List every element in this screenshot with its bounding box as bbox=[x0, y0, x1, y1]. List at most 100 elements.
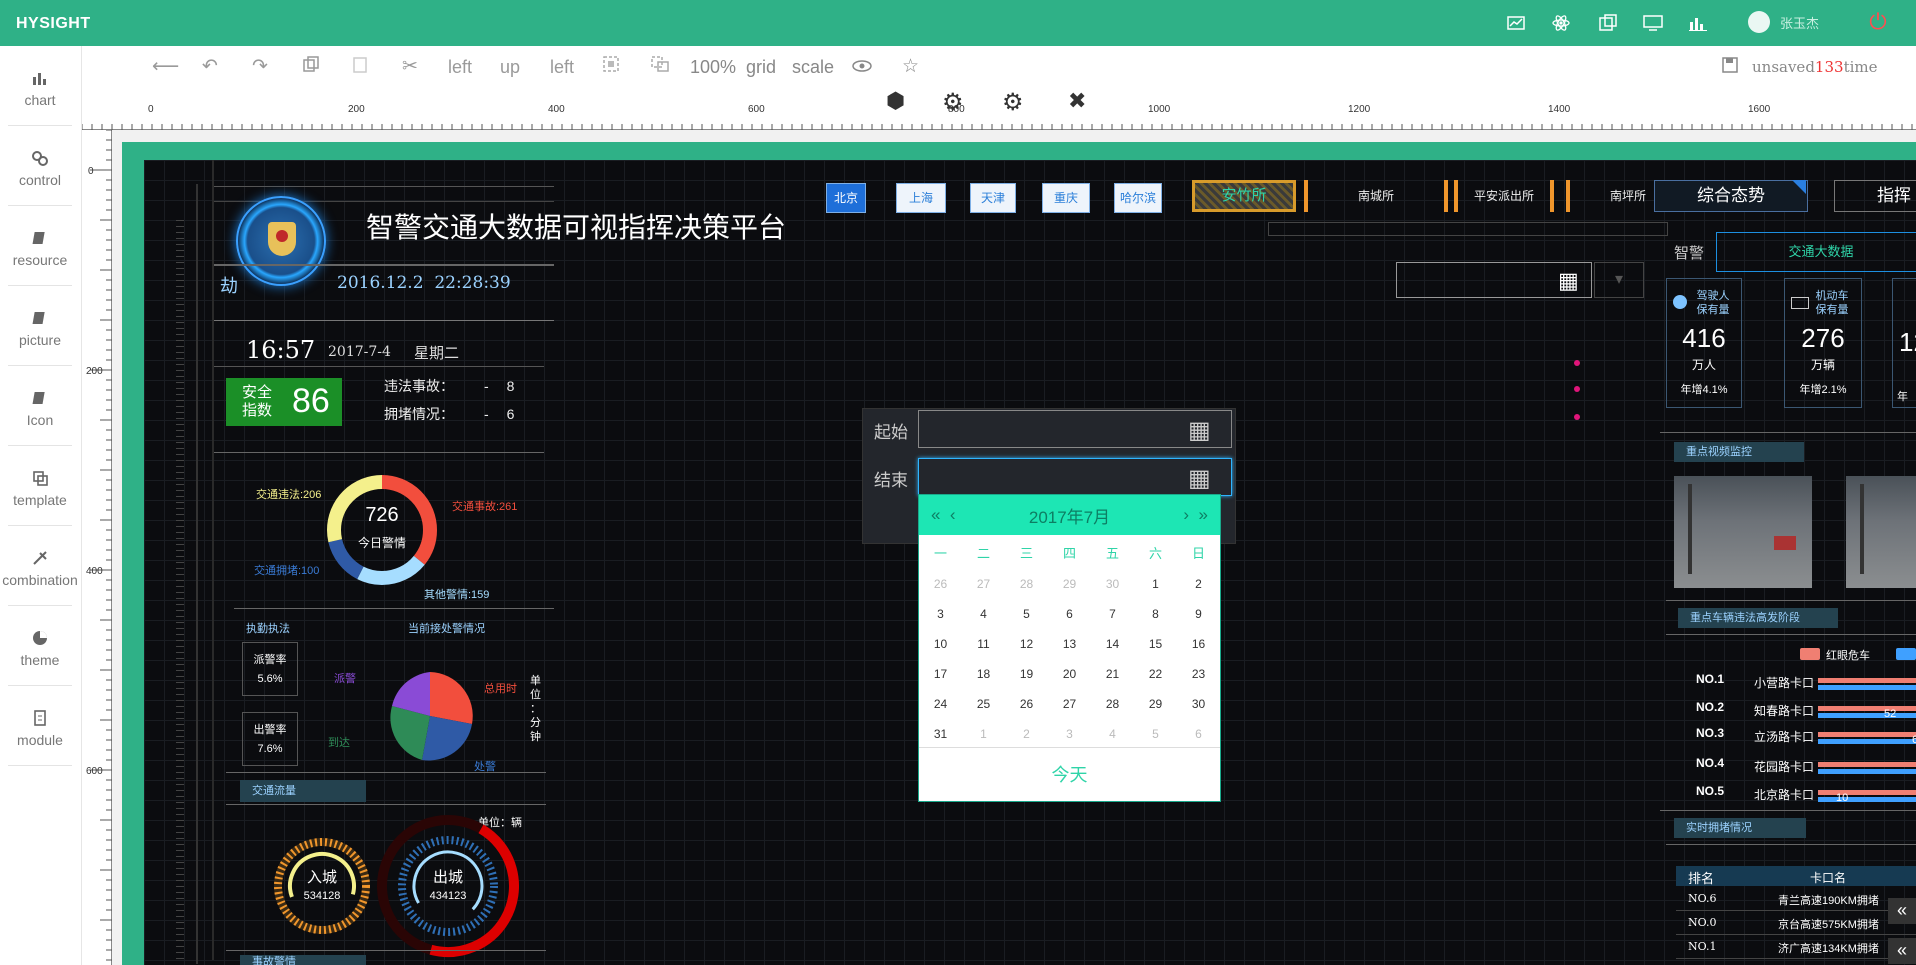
day-cell[interactable]: 1 bbox=[1134, 569, 1177, 599]
tab-command[interactable]: 指挥 bbox=[1834, 180, 1916, 212]
next-year-button[interactable]: » bbox=[1199, 505, 1208, 524]
redo-icon[interactable]: ↷ bbox=[252, 55, 268, 79]
tab-overview[interactable]: 综合态势 bbox=[1654, 180, 1808, 212]
day-cell[interactable]: 15 bbox=[1134, 629, 1177, 659]
day-cell[interactable]: 4 bbox=[962, 599, 1005, 629]
day-cell[interactable]: 11 bbox=[962, 629, 1005, 659]
day-cell[interactable]: 14 bbox=[1091, 629, 1134, 659]
next-month-button[interactable]: › bbox=[1183, 505, 1189, 524]
day-cell[interactable]: 18 bbox=[962, 659, 1005, 689]
today-button[interactable]: 今天 bbox=[919, 747, 1220, 801]
undo-icon[interactable]: ↶ bbox=[202, 55, 218, 79]
traffic-big-data-tab[interactable]: 交通大数据 bbox=[1716, 232, 1916, 272]
copy-icon[interactable] bbox=[302, 55, 320, 79]
day-cell[interactable]: 5 bbox=[1005, 599, 1048, 629]
sidebar-item-picture[interactable]: picture bbox=[0, 286, 80, 366]
calendar-icon[interactable]: ▦ bbox=[1558, 268, 1579, 294]
share-window-icon[interactable] bbox=[1597, 13, 1619, 33]
day-cell[interactable]: 27 bbox=[1048, 689, 1091, 719]
sidebar-item-resource[interactable]: resource bbox=[0, 206, 80, 286]
sidebar-item-template[interactable]: template bbox=[0, 446, 80, 526]
monitor-chart-icon[interactable] bbox=[1505, 13, 1527, 33]
day-cell[interactable]: 23 bbox=[1177, 659, 1220, 689]
sidebar-item-combination[interactable]: combination bbox=[0, 526, 80, 606]
align-left-2-button[interactable]: left bbox=[550, 55, 574, 79]
day-cell[interactable]: 29 bbox=[1134, 689, 1177, 719]
day-cell[interactable]: 19 bbox=[1005, 659, 1048, 689]
calendar-icon[interactable]: ▦ bbox=[1188, 416, 1211, 445]
sidebar-item-theme[interactable]: theme bbox=[0, 606, 80, 686]
video-thumbnail-1[interactable] bbox=[1674, 476, 1812, 588]
day-cell[interactable]: 10 bbox=[919, 629, 962, 659]
day-cell[interactable]: 26 bbox=[919, 569, 962, 599]
user-menu[interactable]: 张玉杰 bbox=[1748, 11, 1819, 33]
day-cell[interactable]: 22 bbox=[1134, 659, 1177, 689]
collapse-up-icon[interactable]: « bbox=[1888, 898, 1916, 924]
day-cell[interactable]: 25 bbox=[962, 689, 1005, 719]
video-thumbnail-2[interactable] bbox=[1846, 476, 1916, 588]
align-up-button[interactable]: up bbox=[500, 55, 520, 79]
day-cell[interactable]: 28 bbox=[1005, 569, 1048, 599]
day-cell[interactable]: 7 bbox=[1091, 599, 1134, 629]
scale-toggle[interactable]: scale bbox=[792, 55, 834, 79]
scissors-icon[interactable]: ✂ bbox=[402, 55, 418, 79]
day-cell[interactable]: 24 bbox=[919, 689, 962, 719]
calendar-icon[interactable]: ▦ bbox=[1188, 464, 1211, 493]
day-cell[interactable]: 26 bbox=[1005, 689, 1048, 719]
settings-icon[interactable]: ⚙ bbox=[1002, 88, 1024, 117]
day-cell[interactable]: 3 bbox=[1048, 719, 1091, 749]
day-cell[interactable]: 12 bbox=[1005, 629, 1048, 659]
day-cell[interactable]: 30 bbox=[1091, 569, 1134, 599]
day-cell[interactable]: 6 bbox=[1177, 719, 1220, 749]
day-cell[interactable]: 31 bbox=[919, 719, 962, 749]
day-cell[interactable]: 1 bbox=[962, 719, 1005, 749]
station-tab-active[interactable]: 安竹所 bbox=[1192, 180, 1296, 212]
city-button-tianjin[interactable]: 天津 bbox=[970, 183, 1016, 213]
sidebar-item-chart[interactable]: chart bbox=[0, 46, 80, 126]
day-cell[interactable]: 6 bbox=[1048, 599, 1091, 629]
cube-icon[interactable]: ⬢ bbox=[886, 88, 905, 114]
day-cell[interactable]: 9 bbox=[1177, 599, 1220, 629]
day-cell[interactable]: 20 bbox=[1048, 659, 1091, 689]
paste-icon[interactable] bbox=[352, 55, 368, 79]
align-left-button[interactable]: left bbox=[448, 55, 472, 79]
prev-year-button[interactable]: « bbox=[931, 505, 940, 524]
city-button-shanghai[interactable]: 上海 bbox=[896, 183, 946, 213]
day-cell[interactable]: 16 bbox=[1177, 629, 1220, 659]
day-cell[interactable]: 3 bbox=[919, 599, 962, 629]
sidebar-item-control[interactable]: control bbox=[0, 126, 80, 206]
bar-chart-icon[interactable] bbox=[1687, 13, 1709, 33]
group-frame-icon[interactable] bbox=[602, 55, 620, 79]
day-cell[interactable]: 5 bbox=[1134, 719, 1177, 749]
canvas-select[interactable]: ▾ bbox=[1594, 262, 1644, 298]
sidebar-item-module[interactable]: module bbox=[0, 686, 80, 766]
back-arrow-icon[interactable]: ⟵ bbox=[152, 55, 179, 79]
atom-icon[interactable] bbox=[1550, 13, 1572, 33]
city-button-chongqing[interactable]: 重庆 bbox=[1042, 183, 1090, 213]
end-date-input[interactable] bbox=[918, 458, 1232, 496]
prev-month-button[interactable]: ‹ bbox=[950, 505, 956, 524]
day-cell[interactable]: 17 bbox=[919, 659, 962, 689]
day-cell[interactable]: 21 bbox=[1091, 659, 1134, 689]
grid-toggle[interactable]: grid bbox=[746, 55, 776, 79]
close-icon[interactable]: ✖ bbox=[1068, 88, 1086, 114]
day-cell[interactable]: 8 bbox=[1134, 599, 1177, 629]
power-icon[interactable]: ⏻ bbox=[1866, 10, 1890, 34]
eye-icon[interactable] bbox=[852, 55, 872, 79]
day-cell[interactable]: 2 bbox=[1005, 719, 1048, 749]
sidebar-item-icon[interactable]: Icon bbox=[0, 366, 80, 446]
zoom-level[interactable]: 100% bbox=[690, 55, 736, 79]
day-cell[interactable]: 13 bbox=[1048, 629, 1091, 659]
day-cell[interactable]: 4 bbox=[1091, 719, 1134, 749]
city-button-harbin[interactable]: 哈尔滨 bbox=[1114, 183, 1162, 213]
star-icon[interactable]: ☆ bbox=[902, 55, 919, 79]
save-icon[interactable] bbox=[1722, 55, 1738, 79]
day-cell[interactable]: 2 bbox=[1177, 569, 1220, 599]
station-tab-3[interactable]: 平安派出所 bbox=[1454, 180, 1554, 212]
ungroup-frame-icon[interactable] bbox=[650, 55, 670, 79]
day-cell[interactable]: 30 bbox=[1177, 689, 1220, 719]
collapse-down-icon[interactable]: « bbox=[1888, 938, 1916, 964]
day-cell[interactable]: 29 bbox=[1048, 569, 1091, 599]
station-tab-2[interactable]: 南城所 bbox=[1304, 180, 1448, 212]
city-button-beijing[interactable]: 北京 bbox=[826, 183, 866, 213]
